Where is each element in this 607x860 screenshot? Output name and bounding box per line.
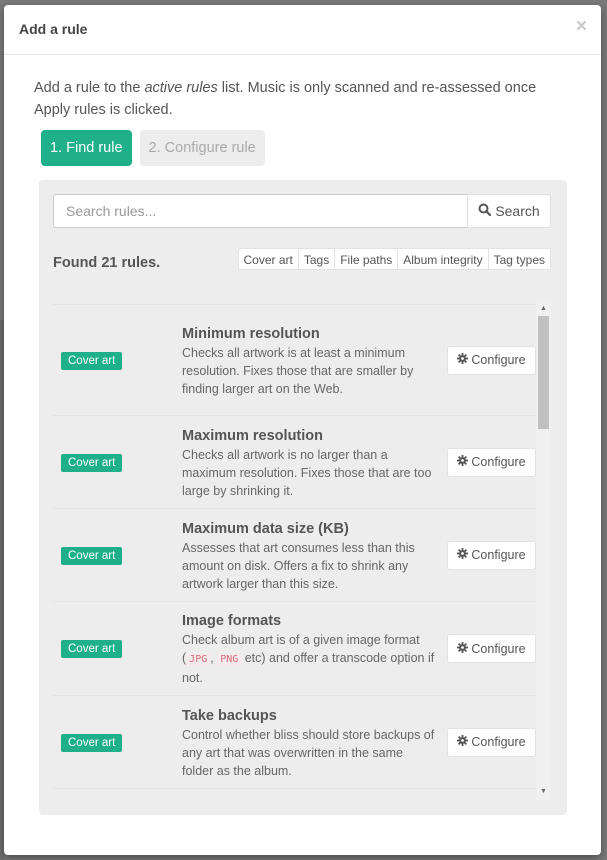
configure-label: Configure	[471, 353, 526, 367]
rule-row-partial: Find missing information	[53, 788, 536, 800]
filter-album-integrity[interactable]: Album integrity	[398, 248, 489, 270]
category-badge: Cover art	[61, 546, 123, 565]
filter-tags[interactable]: Tags	[298, 248, 336, 270]
rule-row: Cover art Image formats Check album art …	[53, 601, 536, 695]
rule-description: Control whether bliss should store backu…	[182, 727, 435, 778]
search-icon	[478, 203, 492, 219]
gear-icon	[457, 735, 469, 749]
rule-title: Image formats	[182, 613, 282, 629]
rule-row: Cover art Maximum resolution Checks all …	[53, 415, 536, 508]
rule-row: Cover art Maximum data size (KB) Assesse…	[53, 508, 536, 601]
filter-tag-types[interactable]: Tag types	[488, 248, 551, 270]
configure-button[interactable]: Configure	[447, 634, 536, 663]
intro-before: Add a rule to the	[34, 80, 145, 96]
code-jpg: JPG	[186, 653, 211, 666]
gear-icon	[457, 641, 469, 656]
configure-button[interactable]: Configure	[447, 447, 536, 477]
rule-row: Cover art Take backups Control whether b…	[53, 695, 536, 788]
rules-list: Cover art Minimum resolution Checks all …	[53, 304, 536, 800]
configure-label: Configure	[471, 641, 526, 656]
category-badge: Cover art	[61, 733, 123, 752]
gear-icon	[457, 353, 469, 367]
rule-description: Check album art is of a given image form…	[182, 631, 437, 687]
configure-label: Configure	[471, 735, 526, 749]
scroll-thumb[interactable]	[538, 316, 549, 429]
rule-title: Take backups	[182, 707, 277, 724]
category-badge: Cover art	[61, 453, 123, 472]
rule-description: Checks all artwork is no larger than a m…	[182, 447, 432, 498]
modal-header: Add a rule ×	[4, 5, 601, 55]
list-scrollbar[interactable]: ▲ ▼	[536, 300, 551, 800]
rule-title: Maximum data size (KB)	[182, 520, 349, 537]
intro-emphasis: active rules	[144, 80, 218, 96]
search-input[interactable]	[53, 194, 467, 228]
search-button-label: Search	[495, 203, 540, 219]
filter-file-paths[interactable]: File paths	[335, 248, 399, 270]
category-badge: Cover art	[61, 351, 123, 370]
category-badge: Cover art	[61, 640, 123, 658]
rule-title: Find missing information	[182, 798, 437, 800]
rule-description: Assesses that art consumes less than thi…	[182, 540, 415, 591]
search-button[interactable]: Search	[467, 194, 551, 228]
wizard-steps: 1. Find rule 2. Configure rule	[41, 130, 265, 166]
category-filters: Cover art Tags File paths Album integrit…	[237, 248, 551, 270]
step-find-rule[interactable]: 1. Find rule	[41, 130, 132, 166]
rule-finder-panel: Search Found 21 rules. Cover art Tags Fi…	[39, 180, 567, 815]
filter-cover-art[interactable]: Cover art	[237, 248, 299, 270]
configure-button[interactable]: Configure	[447, 727, 536, 757]
rules-list-scroller: Cover art Minimum resolution Checks all …	[53, 300, 551, 800]
configure-button[interactable]: Configure	[447, 540, 536, 570]
close-button[interactable]: ×	[576, 17, 587, 36]
rule-title: Maximum resolution	[182, 427, 323, 444]
scroll-down-arrow-icon[interactable]: ▼	[539, 787, 548, 796]
code-png: PNG	[217, 653, 242, 666]
rule-description: Checks all artwork is at least a minimum…	[182, 345, 414, 396]
step-configure-rule[interactable]: 2. Configure rule	[139, 130, 265, 166]
add-rule-modal: Add a rule × Add a rule to the active ru…	[4, 5, 601, 855]
gear-icon	[457, 455, 469, 469]
gear-icon	[457, 548, 469, 562]
intro-text: Add a rule to the active rules list. Mus…	[34, 77, 574, 121]
configure-button[interactable]: Configure	[447, 345, 536, 375]
scroll-up-arrow-icon[interactable]: ▲	[539, 304, 548, 313]
configure-label: Configure	[471, 455, 526, 469]
rule-title: Minimum resolution	[182, 325, 320, 342]
found-count: Found 21 rules.	[53, 255, 161, 271]
modal-title: Add a rule	[19, 21, 88, 37]
rule-row: Cover art Minimum resolution Checks all …	[53, 304, 536, 415]
search-group: Search	[53, 194, 551, 228]
configure-label: Configure	[471, 548, 526, 562]
